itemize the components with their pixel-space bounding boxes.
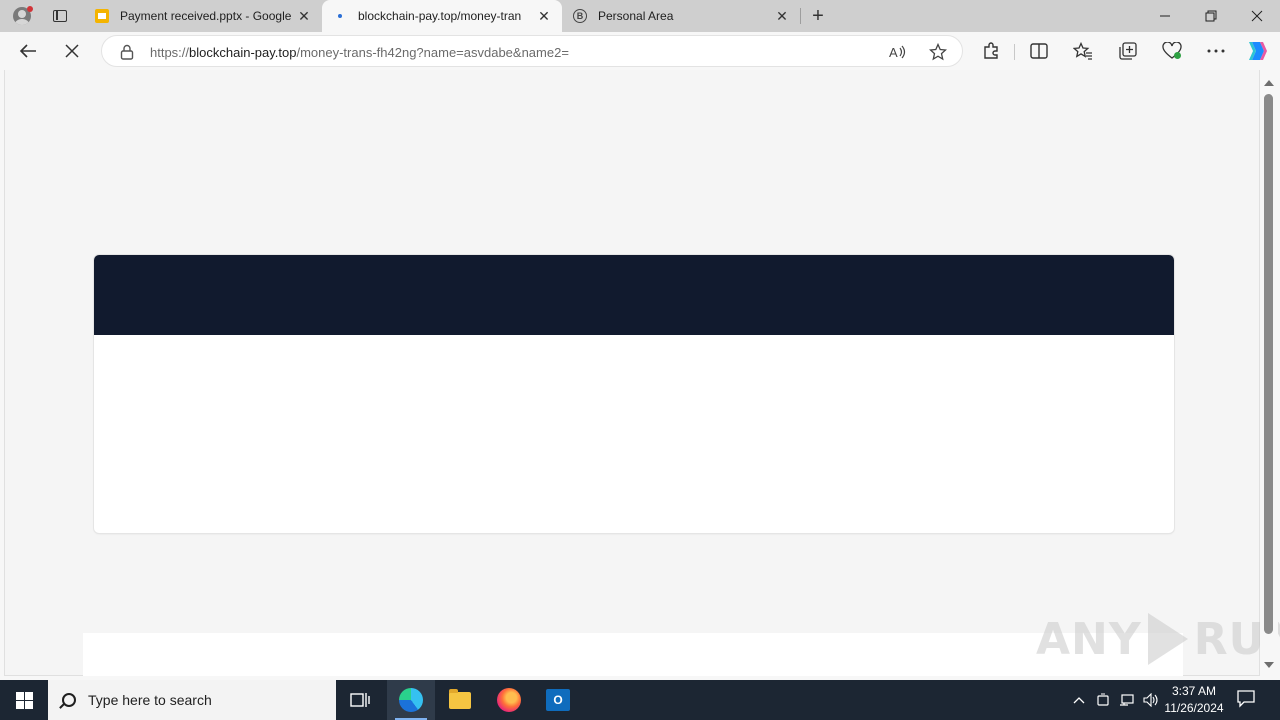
stop-x-icon [65,44,79,58]
tray-network-button[interactable] [1116,680,1138,720]
close-icon [1251,10,1263,22]
more-dots-icon [1207,49,1225,53]
tab-personal-area[interactable]: B Personal Area ✕ [562,0,800,32]
new-tab-button[interactable]: + [806,4,830,28]
extensions-button[interactable] [976,36,1006,66]
tray-device-button[interactable] [1092,680,1114,720]
page-footer-strip [83,633,1183,676]
minimize-icon [1160,15,1170,17]
favorites-icon [1073,42,1092,60]
card-header [94,255,1174,335]
task-view-icon [350,693,370,707]
outlook-icon: O [546,689,570,711]
tab-payment-received[interactable]: Payment received.pptx - Google ✕ [84,0,322,32]
clock-date: 11/26/2024 [1164,701,1224,715]
tab-blockchain-pay[interactable]: blockchain-pay.top/money-tran ✕ [322,0,562,32]
b-circle-icon: B [572,8,588,24]
collections-icon [1119,42,1137,60]
split-screen-icon [1030,43,1048,59]
tab-close-icon[interactable]: ✕ [536,8,552,24]
restore-button[interactable] [1188,0,1234,32]
loading-dot-icon [332,8,348,24]
tab-strip: Payment received.pptx - Google ✕ blockch… [0,0,1280,32]
profile-notification-dot [27,6,33,12]
url-scheme: https:// [150,45,190,60]
windows-logo-icon [15,691,33,709]
scrollbar-thumb[interactable] [1264,94,1273,634]
page-viewport [4,70,1260,676]
notification-center-button[interactable] [1236,688,1258,710]
firefox-icon [497,688,521,712]
tab-title: Payment received.pptx - Google [120,9,292,23]
taskbar-firefox[interactable] [485,680,533,720]
stop-loading-button[interactable] [57,36,87,66]
url-path: /money-trans-fh42ng?name=asvdabe&name2= [296,45,569,60]
network-icon [1120,694,1134,706]
favorites-button[interactable] [1068,36,1098,66]
show-hidden-icons-button[interactable] [1068,680,1090,720]
split-screen-button[interactable] [1024,36,1054,66]
notification-icon [1237,690,1255,708]
clock-time: 3:37 AM [1171,684,1217,698]
heart-pulse-icon [1162,42,1182,59]
edge-icon [399,688,423,712]
back-button[interactable] [13,36,43,66]
settings-more-button[interactable] [1201,36,1231,66]
volume-icon [1143,693,1158,707]
url-domain: blockchain-pay.top [189,45,297,60]
close-window-button[interactable] [1234,0,1280,32]
taskbar-edge[interactable] [387,680,435,720]
restore-icon [1205,10,1217,22]
device-icon [1097,693,1109,706]
start-button[interactable] [0,680,48,720]
browser-toolbar: https://blockchain-pay.top/money-trans-f… [0,32,1280,70]
address-bar[interactable]: https://blockchain-pay.top/money-trans-f… [101,35,963,67]
collections-button[interactable] [1113,36,1143,66]
favorite-star-button[interactable] [926,40,950,64]
anyrun-watermark: ANY RUN [1036,606,1280,672]
vertical-scrollbar[interactable] [1260,72,1278,676]
toolbar-separator [1014,44,1015,60]
taskbar-clock[interactable]: 3:37 AM 11/26/2024 [1160,683,1228,717]
tab-close-icon[interactable]: ✕ [296,8,312,24]
puzzle-icon [984,42,998,59]
taskbar-search-box[interactable]: Type here to search [48,680,336,720]
search-icon [62,693,76,707]
tray-volume-button[interactable] [1140,680,1162,720]
browser-essentials-button[interactable] [1157,36,1187,66]
read-aloud-icon: A [889,45,906,60]
tab-actions-button[interactable] [48,6,72,26]
profile-button[interactable] [8,4,36,28]
play-icon [1147,613,1188,665]
back-arrow-icon [19,44,36,58]
slides-icon [94,8,110,24]
copilot-button[interactable] [1242,36,1272,66]
svg-text:A: A [889,45,898,60]
minimize-button[interactable] [1142,0,1188,32]
star-icon [929,43,947,61]
tab-actions-icon [53,10,67,22]
tab-title: blockchain-pay.top/money-tran [358,9,522,23]
folder-icon [449,688,471,709]
tab-separator [800,8,801,24]
chevron-up-icon [1073,697,1085,704]
windows-taskbar: Type here to search O 3:37 AM 11/26/2024 [0,680,1280,720]
search-placeholder: Type here to search [88,692,212,708]
scroll-up-icon[interactable] [1264,80,1274,86]
scroll-down-icon[interactable] [1264,662,1274,668]
read-aloud-button[interactable]: A [886,40,910,64]
taskbar-outlook[interactable]: O [534,680,582,720]
page-card [94,255,1174,533]
taskbar-file-explorer[interactable] [436,680,484,720]
tab-close-icon[interactable]: ✕ [774,8,790,24]
watermark-text-left: ANY [1036,613,1142,665]
copilot-icon [1249,42,1267,60]
tab-title: Personal Area [598,9,674,23]
lock-icon[interactable] [120,44,134,60]
url-text[interactable]: https://blockchain-pay.top/money-trans-f… [150,45,569,60]
task-view-button[interactable] [336,680,384,720]
